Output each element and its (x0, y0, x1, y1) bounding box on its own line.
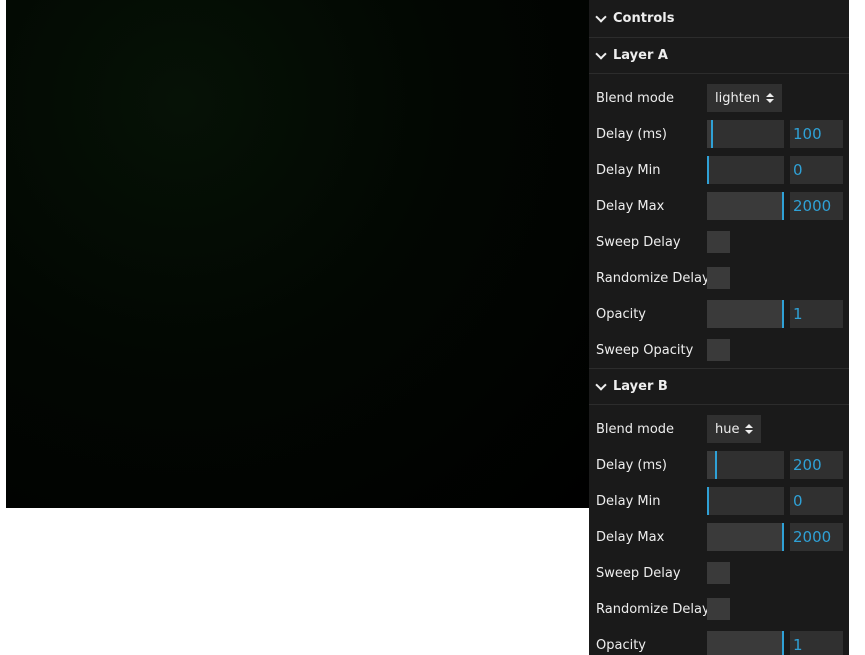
delay-max-input[interactable]: 2000 (790, 523, 843, 551)
delay-row: Delay (ms) 200 (589, 447, 849, 483)
blend-mode-value: lighten (715, 90, 761, 106)
delay-max-label: Delay Max (596, 529, 665, 545)
delay-input[interactable]: 100 (790, 120, 843, 148)
slider-handle[interactable] (707, 487, 709, 515)
slider-handle[interactable] (707, 156, 709, 184)
delay-min-label: Delay Min (596, 493, 661, 509)
randomize-delay-checkbox[interactable] (707, 267, 730, 289)
delay-label: Delay (ms) (596, 126, 667, 142)
slider-handle[interactable] (782, 192, 784, 220)
blend-mode-value: hue (715, 421, 740, 437)
sweep-delay-checkbox[interactable] (707, 562, 730, 584)
blend-mode-label: Blend mode (596, 90, 675, 106)
opacity-input[interactable]: 1 (790, 300, 843, 328)
delay-slider[interactable] (707, 120, 784, 148)
opacity-label: Opacity (596, 306, 647, 322)
randomize-delay-row: Randomize Delay (589, 260, 849, 296)
blend-mode-row: Blend mode hue (589, 411, 849, 447)
slider-handle[interactable] (711, 120, 713, 148)
delay-min-row: Delay Min 0 (589, 483, 849, 519)
sweep-delay-label: Sweep Delay (596, 234, 681, 250)
layer-b-body: Blend mode hue Delay (ms) 200 Delay Min … (589, 405, 849, 655)
randomize-delay-checkbox[interactable] (707, 598, 730, 620)
delay-row: Delay (ms) 100 (589, 116, 849, 152)
layer-a-header[interactable]: Layer A (589, 38, 849, 74)
delay-slider[interactable] (707, 451, 784, 479)
sweep-opacity-checkbox[interactable] (707, 339, 730, 361)
slider-handle[interactable] (715, 451, 717, 479)
opacity-slider[interactable] (707, 631, 784, 655)
blend-mode-select[interactable]: hue (707, 415, 762, 443)
sweep-opacity-row: Sweep Opacity (589, 332, 849, 368)
chevron-down-icon (595, 378, 607, 391)
slider-fill (707, 523, 782, 551)
controls-header[interactable]: Controls (589, 0, 849, 38)
delay-min-input[interactable]: 0 (790, 487, 843, 515)
delay-max-row: Delay Max 2000 (589, 519, 849, 555)
delay-label: Delay (ms) (596, 457, 667, 473)
blend-mode-row: Blend mode lighten (589, 80, 849, 116)
slider-fill (707, 451, 715, 479)
delay-min-slider[interactable] (707, 156, 784, 184)
chevron-down-icon (595, 10, 607, 23)
blend-mode-select[interactable]: lighten (707, 84, 783, 112)
opacity-label: Opacity (596, 637, 647, 653)
randomize-delay-label: Randomize Delay (596, 601, 710, 617)
delay-min-label: Delay Min (596, 162, 661, 178)
updown-arrows-icon (766, 93, 775, 103)
slider-fill (707, 192, 782, 220)
sweep-delay-row: Sweep Delay (589, 555, 849, 591)
randomize-delay-row: Randomize Delay (589, 591, 849, 627)
layer-b-title: Layer B (613, 379, 668, 394)
sweep-opacity-label: Sweep Opacity (596, 342, 694, 358)
sweep-delay-checkbox[interactable] (707, 231, 730, 253)
slider-fill (707, 300, 782, 328)
opacity-row: Opacity 1 (589, 627, 849, 655)
opacity-row: Opacity 1 (589, 296, 849, 332)
blend-mode-label: Blend mode (596, 421, 675, 437)
layer-b-header[interactable]: Layer B (589, 369, 849, 405)
randomize-delay-label: Randomize Delay (596, 270, 710, 286)
controls-title: Controls (613, 11, 675, 26)
sweep-delay-row: Sweep Delay (589, 224, 849, 260)
layer-a-title: Layer A (613, 48, 668, 63)
slider-handle[interactable] (782, 300, 784, 328)
delay-max-row: Delay Max 2000 (589, 188, 849, 224)
sweep-delay-label: Sweep Delay (596, 565, 681, 581)
layer-a-body: Blend mode lighten Delay (ms) 100 Delay … (589, 74, 849, 368)
delay-max-label: Delay Max (596, 198, 665, 214)
updown-arrows-icon (745, 424, 754, 434)
opacity-slider[interactable] (707, 300, 784, 328)
delay-min-input[interactable]: 0 (790, 156, 843, 184)
slider-handle[interactable] (782, 631, 784, 655)
delay-max-input[interactable]: 2000 (790, 192, 843, 220)
delay-max-slider[interactable] (707, 192, 784, 220)
opacity-input[interactable]: 1 (790, 631, 843, 655)
delay-min-row: Delay Min 0 (589, 152, 849, 188)
delay-input[interactable]: 200 (790, 451, 843, 479)
controls-panel: Controls Layer A Blend mode lighten Dela… (589, 0, 849, 655)
slider-fill (707, 631, 782, 655)
delay-min-slider[interactable] (707, 487, 784, 515)
render-canvas[interactable] (6, 0, 590, 508)
delay-max-slider[interactable] (707, 523, 784, 551)
chevron-down-icon (595, 47, 607, 60)
slider-handle[interactable] (782, 523, 784, 551)
